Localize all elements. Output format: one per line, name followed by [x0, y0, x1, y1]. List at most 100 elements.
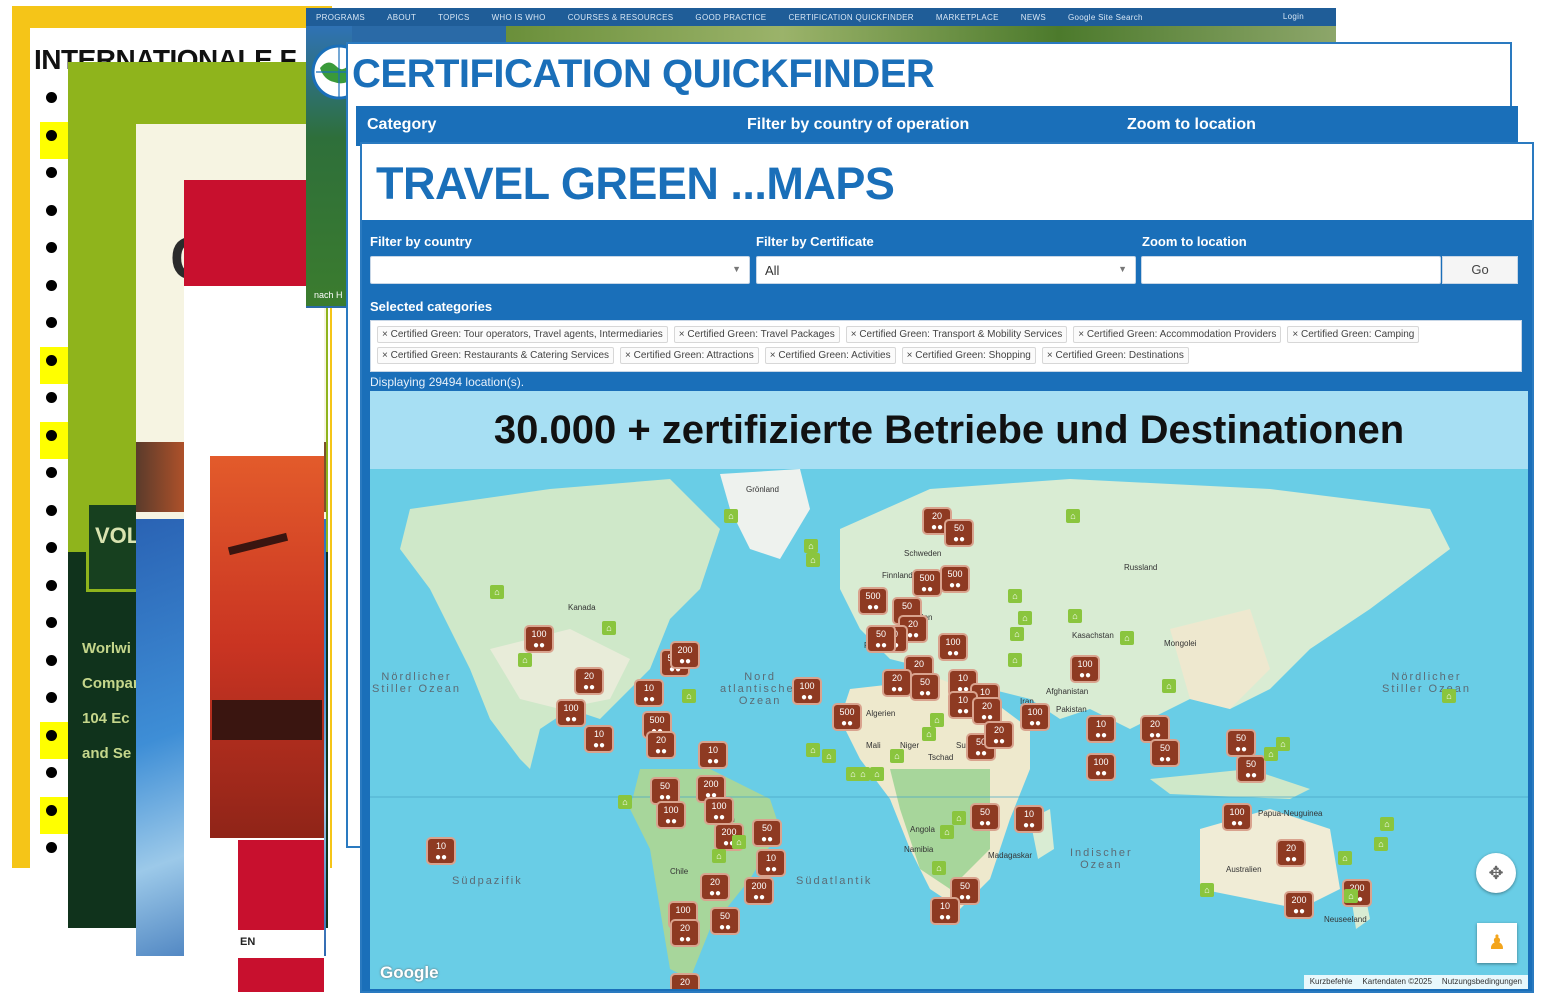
category-chip[interactable]: × Certified Green: Restaurants & Caterin…: [377, 347, 615, 364]
home-pin-icon[interactable]: ⌂: [490, 585, 504, 599]
location-cluster-marker[interactable]: 100●●: [1222, 803, 1252, 831]
home-pin-icon[interactable]: ⌂: [1344, 889, 1358, 903]
home-pin-icon[interactable]: ⌂: [922, 727, 936, 741]
location-cluster-marker[interactable]: 100●●: [1086, 753, 1116, 781]
location-cluster-marker[interactable]: 10●●: [930, 897, 960, 925]
category-chip[interactable]: × Certified Green: Shopping: [901, 347, 1036, 364]
location-cluster-marker[interactable]: 500●●: [940, 565, 970, 593]
home-pin-icon[interactable]: ⌂: [806, 743, 820, 757]
home-pin-icon[interactable]: ⌂: [1066, 509, 1080, 523]
category-chip[interactable]: × Certified Green: Transport & Mobility …: [845, 326, 1068, 343]
site-nav-item[interactable]: WHO IS WHO: [492, 13, 546, 22]
home-pin-icon[interactable]: ⌂: [930, 713, 944, 727]
home-pin-icon[interactable]: ⌂: [712, 849, 726, 863]
site-nav-item[interactable]: COURSES & RESOURCES: [568, 13, 674, 22]
home-pin-icon[interactable]: ⌂: [518, 653, 532, 667]
location-cluster-marker[interactable]: 50●●: [866, 625, 896, 653]
home-pin-icon[interactable]: ⌂: [856, 767, 870, 781]
home-pin-icon[interactable]: ⌂: [1338, 851, 1352, 865]
home-pin-icon[interactable]: ⌂: [1068, 609, 1082, 623]
category-chip[interactable]: × Certified Green: Destinations: [1041, 347, 1189, 364]
home-pin-icon[interactable]: ⌂: [682, 689, 696, 703]
location-cluster-marker[interactable]: 20●●: [670, 973, 700, 989]
location-cluster-marker[interactable]: 20●●: [984, 721, 1014, 749]
home-pin-icon[interactable]: ⌂: [804, 539, 818, 553]
home-pin-icon[interactable]: ⌂: [940, 825, 954, 839]
location-cluster-marker[interactable]: 10●●: [756, 849, 786, 877]
home-pin-icon[interactable]: ⌂: [1008, 653, 1022, 667]
home-pin-icon[interactable]: ⌂: [1162, 679, 1176, 693]
category-chip[interactable]: × Certified Green: Accommodation Provide…: [1073, 326, 1282, 343]
home-pin-icon[interactable]: ⌂: [1008, 589, 1022, 603]
home-pin-icon[interactable]: ⌂: [952, 811, 966, 825]
home-pin-icon[interactable]: ⌂: [932, 861, 946, 875]
home-pin-icon[interactable]: ⌂: [618, 795, 632, 809]
location-cluster-marker[interactable]: 200●●: [744, 877, 774, 905]
selected-categories-box[interactable]: × Certified Green: Tour operators, Trave…: [370, 320, 1522, 372]
location-cluster-marker[interactable]: 10●●: [584, 725, 614, 753]
home-pin-icon[interactable]: ⌂: [822, 749, 836, 763]
location-cluster-marker[interactable]: 100●●: [792, 677, 822, 705]
home-pin-icon[interactable]: ⌂: [1374, 837, 1388, 851]
terms-link[interactable]: Nutzungsbedingungen: [1442, 977, 1522, 987]
location-cluster-marker[interactable]: 10●●: [1086, 715, 1116, 743]
home-pin-icon[interactable]: ⌂: [870, 767, 884, 781]
go-button[interactable]: Go: [1442, 256, 1518, 284]
location-cluster-marker[interactable]: 100●●: [704, 797, 734, 825]
category-chip[interactable]: × Certified Green: Attractions: [620, 347, 759, 364]
login-link[interactable]: Login: [1283, 12, 1304, 21]
location-cluster-marker[interactable]: 200●●: [670, 641, 700, 669]
site-nav-item[interactable]: PROGRAMS: [316, 13, 365, 22]
location-cluster-marker[interactable]: 20●●: [670, 919, 700, 947]
home-pin-icon[interactable]: ⌂: [602, 621, 616, 635]
category-chip[interactable]: × Certified Green: Tour operators, Trave…: [377, 326, 668, 343]
category-chip[interactable]: × Certified Green: Travel Packages: [673, 326, 840, 343]
home-pin-icon[interactable]: ⌂: [724, 509, 738, 523]
recenter-icon[interactable]: ✥: [1476, 853, 1516, 893]
location-cluster-marker[interactable]: 100●●: [938, 633, 968, 661]
location-cluster-marker[interactable]: 50●●: [1236, 755, 1266, 783]
category-chip[interactable]: × Certified Green: Camping: [1287, 326, 1420, 343]
location-cluster-marker[interactable]: 20●●: [574, 667, 604, 695]
home-pin-icon[interactable]: ⌂: [1120, 631, 1134, 645]
home-pin-icon[interactable]: ⌂: [1442, 689, 1456, 703]
location-cluster-marker[interactable]: 10●●: [426, 837, 456, 865]
location-cluster-marker[interactable]: 50●●: [944, 519, 974, 547]
location-cluster-marker[interactable]: 200●●: [1284, 891, 1314, 919]
location-cluster-marker[interactable]: 100●●: [1070, 655, 1100, 683]
site-nav-item[interactable]: GOOD PRACTICE: [695, 13, 766, 22]
location-cluster-marker[interactable]: 100●●: [524, 625, 554, 653]
home-pin-icon[interactable]: ⌂: [1276, 737, 1290, 751]
location-cluster-marker[interactable]: 50●●: [1150, 739, 1180, 767]
location-cluster-marker[interactable]: 20●●: [646, 731, 676, 759]
home-pin-icon[interactable]: ⌂: [890, 749, 904, 763]
world-map[interactable]: 30.000 + zertifizierte Betriebe und Dest…: [370, 391, 1528, 989]
location-cluster-marker[interactable]: 500●●: [832, 703, 862, 731]
location-cluster-marker[interactable]: 50●●: [710, 907, 740, 935]
home-pin-icon[interactable]: ⌂: [732, 835, 746, 849]
location-cluster-marker[interactable]: 10●●: [634, 679, 664, 707]
location-cluster-marker[interactable]: 100●●: [656, 801, 686, 829]
location-cluster-marker[interactable]: 50●●: [970, 803, 1000, 831]
category-chip[interactable]: × Certified Green: Activities: [764, 347, 896, 364]
location-cluster-marker[interactable]: 20●●: [1276, 839, 1306, 867]
location-cluster-marker[interactable]: 20●●: [882, 669, 912, 697]
location-cluster-marker[interactable]: 100●●: [1020, 703, 1050, 731]
location-cluster-marker[interactable]: 20●●: [700, 873, 730, 901]
location-cluster-marker[interactable]: 50●●: [1226, 729, 1256, 757]
location-cluster-marker[interactable]: 500●●: [858, 587, 888, 615]
home-pin-icon[interactable]: ⌂: [806, 553, 820, 567]
site-nav-item[interactable]: CERTIFICATION QUICKFINDER: [788, 13, 913, 22]
location-cluster-marker[interactable]: 10●●: [698, 741, 728, 769]
site-nav-item[interactable]: Google Site Search: [1068, 13, 1143, 22]
zoom-location-input[interactable]: [1141, 256, 1441, 284]
filter-certificate-select[interactable]: All ▼: [756, 256, 1136, 284]
site-nav-item[interactable]: NEWS: [1021, 13, 1046, 22]
home-pin-icon[interactable]: ⌂: [1200, 883, 1214, 897]
keyboard-shortcuts-link[interactable]: Kurzbefehle: [1310, 977, 1353, 987]
pegman-icon[interactable]: ♟: [1477, 923, 1517, 963]
site-nav-item[interactable]: TOPICS: [438, 13, 469, 22]
location-cluster-marker[interactable]: 500●●: [912, 569, 942, 597]
filter-country-select[interactable]: ▼: [370, 256, 750, 284]
home-pin-icon[interactable]: ⌂: [1010, 627, 1024, 641]
